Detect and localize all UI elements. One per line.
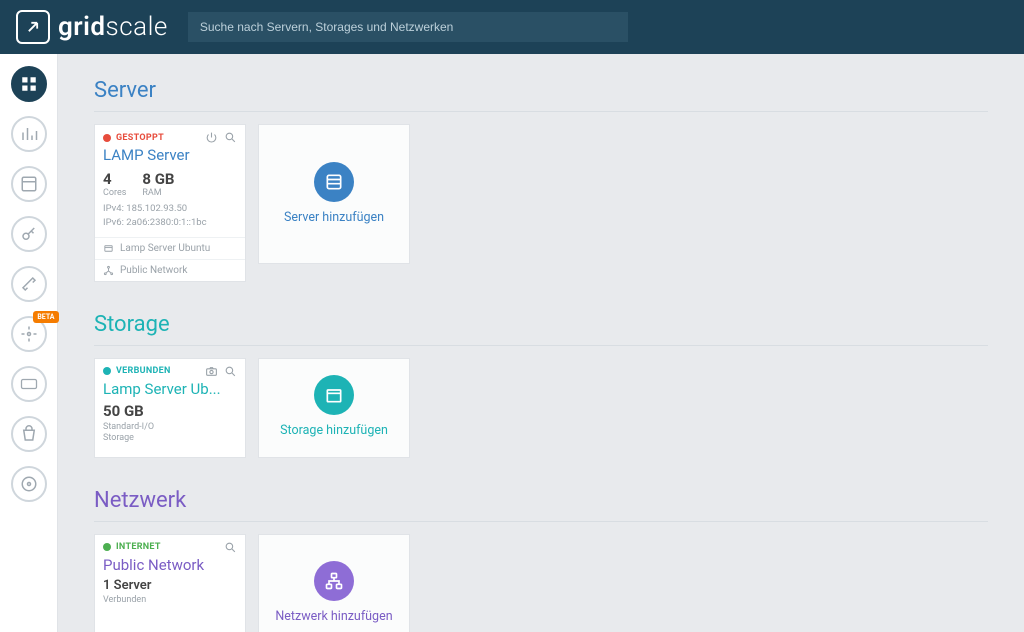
nav-templates[interactable] (11, 166, 47, 202)
network-section-title: Netzwerk (94, 488, 988, 513)
server-section-title: Server (94, 78, 988, 103)
ram-value: 8 GB (142, 170, 174, 188)
storage-type2: Storage (103, 433, 237, 445)
nav-keys[interactable] (11, 216, 47, 252)
storage-card[interactable]: VERBUNDEN Lamp Server Ub... 50 GB Standa… (94, 358, 246, 458)
storage-name: Lamp Server Ub... (95, 380, 245, 402)
storage-section-title: Storage (94, 312, 988, 337)
power-icon[interactable] (205, 131, 218, 144)
add-network-button[interactable]: Netzwerk hinzufügen (258, 534, 410, 632)
storage-add-icon (314, 375, 354, 415)
linked-storage-row: Lamp Server Ubuntu (95, 238, 245, 260)
search-icon[interactable] (224, 131, 237, 144)
server-name: LAMP Server (95, 146, 245, 168)
beta-badge: BETA (33, 311, 58, 323)
storage-icon (103, 243, 114, 254)
nav-objectstorage[interactable] (11, 416, 47, 452)
logo-text: gridscale (58, 12, 168, 42)
search-input[interactable] (188, 12, 628, 42)
nav-tools[interactable] (11, 266, 47, 302)
search-container (188, 12, 628, 42)
ipv6-address: IPv6: 2a06:2380:0:1::1bc (103, 216, 237, 230)
server-section: Server GESTOPPT LAMP Server 4Cores (94, 78, 988, 282)
nav-iso[interactable] (11, 466, 47, 502)
snapshot-icon[interactable] (205, 365, 218, 378)
network-icon (103, 265, 114, 276)
storage-status: VERBUNDEN (116, 366, 171, 376)
network-servers: 1 Server (103, 578, 237, 593)
nav-dashboard[interactable] (11, 66, 47, 102)
server-card[interactable]: GESTOPPT LAMP Server 4Cores 8 GBRAM IPv4… (94, 124, 246, 282)
nav-ips[interactable] (11, 366, 47, 402)
add-storage-label: Storage hinzufügen (280, 423, 388, 439)
add-storage-button[interactable]: Storage hinzufügen (258, 358, 410, 458)
nav-loadbalancer[interactable]: BETA (11, 316, 47, 352)
network-add-icon (314, 561, 354, 601)
network-name: Public Network (95, 556, 245, 578)
linked-network-row: Public Network (95, 260, 245, 281)
search-icon[interactable] (224, 365, 237, 378)
logo[interactable]: gridscale (16, 10, 168, 44)
status-dot-icon (103, 543, 111, 551)
search-icon[interactable] (224, 541, 237, 554)
status-dot-icon (103, 134, 111, 142)
storage-type1: Standard-I/O (103, 422, 237, 434)
sidebar: BETA (0, 54, 58, 632)
storage-section: Storage VERBUNDEN Lamp Server Ub... 50 G… (94, 312, 988, 458)
server-status: GESTOPPT (116, 133, 164, 143)
main-content: Server GESTOPPT LAMP Server 4Cores (58, 54, 1024, 632)
add-server-label: Server hinzufügen (284, 210, 384, 226)
add-server-button[interactable]: Server hinzufügen (258, 124, 410, 264)
nav-stats[interactable] (11, 116, 47, 152)
ram-label: RAM (142, 188, 174, 198)
server-add-icon (314, 162, 354, 202)
network-card[interactable]: INTERNET Public Network 1 Server Verbund… (94, 534, 246, 632)
logo-icon (16, 10, 50, 44)
network-sub: Verbunden (103, 595, 237, 607)
storage-size: 50 GB (103, 402, 237, 420)
ipv4-address: IPv4: 185.102.93.50 (103, 202, 237, 216)
add-network-label: Netzwerk hinzufügen (275, 609, 392, 625)
network-status: INTERNET (116, 542, 161, 552)
cores-value: 4 (103, 170, 126, 188)
network-section: Netzwerk INTERNET Public Network 1 Serve… (94, 488, 988, 632)
cores-label: Cores (103, 188, 126, 198)
status-dot-icon (103, 367, 111, 375)
